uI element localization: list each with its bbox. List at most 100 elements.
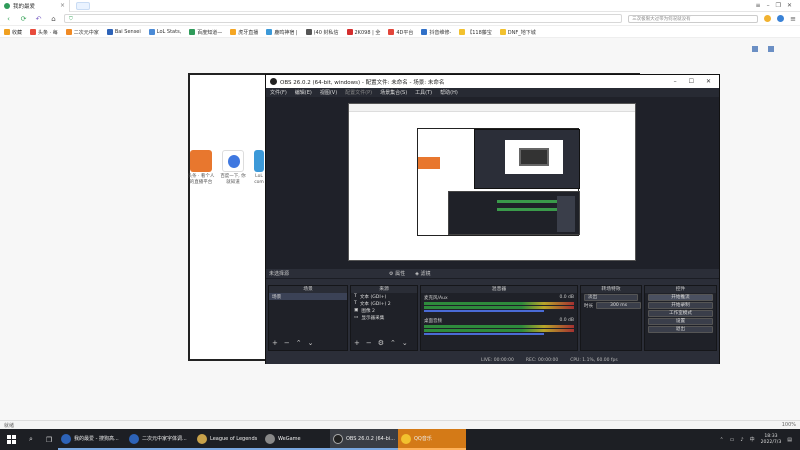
start-button[interactable] (0, 429, 22, 450)
search-box[interactable]: 三次极限大过带为何况就没有 (628, 14, 759, 23)
app-tile-baidu[interactable]: 百度一下, 你 就知道 (218, 150, 248, 186)
add-scene-icon[interactable]: + (272, 339, 278, 347)
bookmark[interactable]: 二次元中家 (65, 29, 99, 36)
bookmark[interactable]: DNF_地下城 (499, 29, 536, 36)
transition-select[interactable]: 淡出 (584, 294, 638, 301)
sogou-browser-icon (61, 433, 71, 444)
bookmark[interactable]: (40 封私信 (305, 29, 339, 36)
obs-maximize-icon[interactable]: ☐ (689, 78, 694, 85)
bookmark[interactable]: 抖音维修- (421, 29, 451, 36)
obs-preview[interactable] (266, 97, 719, 269)
notification-icon[interactable]: ▤ (787, 437, 792, 443)
menu-help[interactable]: 帮助(H) (440, 89, 458, 96)
menu-tools[interactable]: 工具(T) (415, 89, 432, 96)
close-window-icon[interactable]: ✕ (787, 2, 792, 9)
source-controls: + − ⚙ ⌃ ⌄ (354, 339, 408, 347)
settings-button[interactable]: 设置 (648, 318, 713, 325)
network-icon[interactable]: ▭ (730, 437, 735, 443)
bookmark[interactable]: 2K098 | 全 (346, 29, 380, 36)
home-icon[interactable]: ⌂ (49, 14, 58, 23)
menu-icon[interactable]: ≡ (756, 2, 761, 9)
menu-profile[interactable]: 配置文件(P) (345, 89, 372, 96)
move-up-icon[interactable]: ⌃ (296, 339, 302, 347)
bookmark[interactable]: 百度知道— (189, 29, 222, 36)
source-settings-icon[interactable]: ⚙ (378, 339, 384, 347)
obs-minimize-icon[interactable]: – (674, 78, 677, 85)
remove-scene-icon[interactable]: − (284, 339, 290, 347)
restore-icon[interactable]: ❐ (776, 2, 781, 9)
refresh-icon[interactable]: ⟳ (19, 14, 28, 23)
back-icon[interactable]: ‹ (4, 14, 13, 23)
menu-file[interactable]: 文件(F) (270, 89, 287, 96)
tray-expand-icon[interactable]: ⌃ (719, 437, 723, 443)
search-icon[interactable]: ⌕ (22, 429, 40, 450)
zoom-level[interactable]: 100% (782, 422, 796, 428)
app-tile-lol[interactable]: LoL com (252, 150, 266, 186)
bookmark[interactable]: 虎牙直播 (230, 29, 258, 36)
source-item[interactable]: ▭ 显示器采集 (351, 314, 417, 321)
nested-obs (474, 129, 580, 189)
grid-view-icon[interactable] (752, 46, 758, 52)
move-up-icon[interactable]: ⌃ (390, 339, 396, 347)
bookmark-icon (305, 29, 312, 35)
clock[interactable]: 18:33 2022/7/3 (761, 434, 782, 446)
minimize-icon[interactable]: – (767, 2, 770, 9)
taskbar-app-wegame[interactable]: WeGame (262, 429, 330, 450)
tab-favicon-icon (4, 2, 10, 9)
obs-close-icon[interactable]: ✕ (706, 78, 711, 85)
undo-icon[interactable]: ↶ (34, 14, 43, 23)
bookmark[interactable]: 鹿鸣神宿 | (266, 29, 298, 36)
source-item[interactable]: T 文本 (GDI+) (351, 293, 417, 300)
browser-tab[interactable]: 我的最爱 × (0, 0, 70, 12)
add-source-icon[interactable]: + (354, 339, 360, 347)
lol-icon (254, 150, 264, 172)
taskbar-app-qqmusic[interactable]: QQ音乐 (398, 429, 466, 450)
extension-icon[interactable] (764, 15, 772, 22)
volume-slider[interactable] (424, 333, 544, 335)
bookmark[interactable]: 收藏 (4, 29, 22, 36)
duration-row: 时长 300 ms (581, 302, 641, 309)
properties-button[interactable]: ⚙ 属性 (389, 270, 405, 277)
taskbar-app-obs[interactable]: OBS 26.0.2 (64-bi... (330, 429, 398, 450)
new-tab-button[interactable] (76, 1, 90, 10)
remove-source-icon[interactable]: − (366, 339, 372, 347)
studio-mode-button[interactable]: 工作室模式 (648, 310, 713, 317)
address-bar[interactable]: ⛉ (64, 14, 623, 23)
scene-item[interactable]: 场景 (269, 293, 347, 300)
move-down-icon[interactable]: ⌄ (308, 339, 314, 347)
move-down-icon[interactable]: ⌄ (402, 339, 408, 347)
scenes-dock: 场景 场景 + − ⌃ ⌄ (268, 285, 348, 351)
volume-icon[interactable]: ♪ (740, 437, 743, 443)
taskbar-app-lol[interactable]: League of Legends (194, 429, 262, 450)
obs-icon (333, 433, 343, 444)
start-recording-button[interactable]: 开始录制 (648, 302, 713, 309)
start-streaming-button[interactable]: 开始推流 (648, 294, 713, 301)
taskbar-app-browser2[interactable]: 二次元中家字体调... (126, 429, 194, 450)
taskbar-app-browser[interactable]: 我的最爱 - 搜狗高... (58, 429, 126, 450)
list-view-icon[interactable] (768, 46, 774, 52)
bookmark[interactable]: 头条 · 每 (30, 29, 58, 36)
obs-statusbar: LIVE: 00:00:00 REC: 00:00:00 CPU: 1.1%, … (266, 356, 719, 364)
text-icon: T (354, 294, 357, 299)
user-icon[interactable] (777, 15, 785, 22)
nested-tile (418, 157, 440, 169)
source-item[interactable]: ▣ 图像 2 (351, 307, 417, 314)
exit-button[interactable]: 退出 (648, 326, 713, 333)
menu-edit[interactable]: 编辑(E) (295, 89, 312, 96)
ime-icon[interactable]: 中 (750, 436, 755, 443)
duration-input[interactable]: 300 ms (596, 302, 641, 309)
app-tile-toutiao[interactable]: 头条 · 看个人 的直播平台 (186, 150, 216, 186)
volume-slider[interactable] (424, 310, 544, 312)
bookmark[interactable]: LoL Stats, (148, 29, 181, 35)
more-icon[interactable]: ≡ (790, 15, 796, 23)
menu-view[interactable]: 视图(V) (320, 89, 337, 96)
bookmark[interactable]: 【118藤宝 (459, 29, 492, 36)
browser-navbar: ‹ ⟳ ↶ ⌂ ⛉ 三次极限大过带为何况就没有 ≡ (0, 12, 800, 26)
source-item[interactable]: T 文本 (GDI+) 2 (351, 300, 417, 307)
menu-scene-collection[interactable]: 场景集合(S) (380, 89, 407, 96)
tab-close-icon[interactable]: × (60, 2, 65, 9)
bookmark[interactable]: Bai Sensei (106, 29, 141, 35)
filters-button[interactable]: ◈ 滤镜 (415, 270, 430, 277)
task-view-icon[interactable]: ❐ (40, 429, 58, 450)
bookmark[interactable]: 4D平台 (388, 29, 413, 36)
